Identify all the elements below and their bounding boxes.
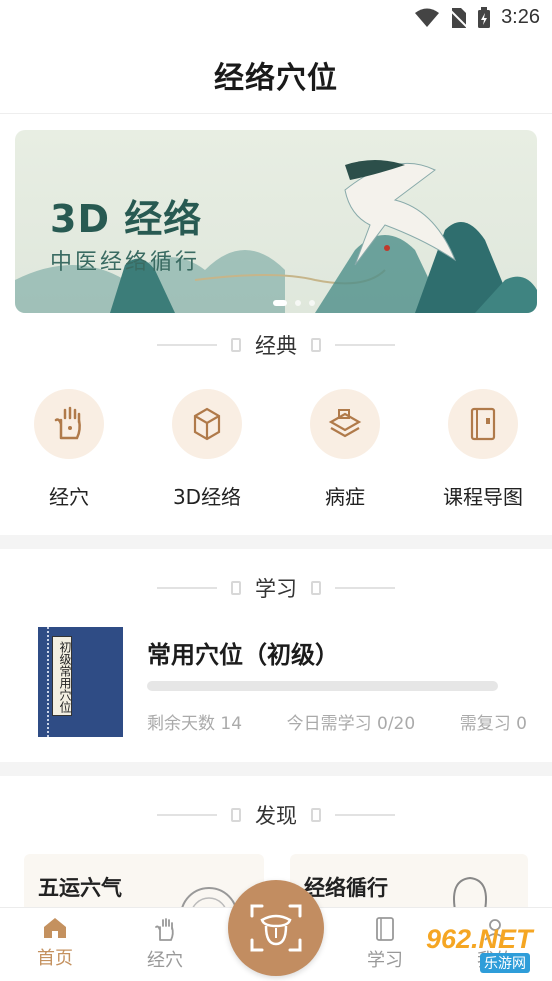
- review-count: 需复习 0: [459, 714, 527, 734]
- divider: [335, 344, 395, 346]
- wifi-icon: [415, 8, 440, 27]
- course-cover-text: 初级常用穴位: [52, 636, 72, 716]
- ornament-icon: [231, 808, 241, 822]
- divider: [335, 587, 395, 589]
- tongue-scan-icon: [250, 904, 302, 952]
- divider: [335, 814, 395, 816]
- compass-icon: [181, 887, 237, 907]
- banner-subtitle: 中医经络循行: [50, 250, 201, 275]
- status-bar: 3:26: [0, 0, 552, 36]
- page-title: 经络穴位: [214, 60, 338, 96]
- section-title: 发现: [255, 804, 297, 828]
- notebook-icon: [448, 389, 518, 459]
- today-study: 今日需学习 0/20: [286, 714, 416, 734]
- tab-study[interactable]: 学习: [345, 916, 425, 972]
- cube-icon: [172, 389, 242, 459]
- pagination-dot-active[interactable]: [273, 300, 287, 306]
- grid-label: 3D经络: [172, 485, 242, 509]
- book-spine: [47, 627, 49, 737]
- card-title: 五运六气: [38, 876, 122, 900]
- home-icon: [44, 918, 66, 938]
- course-progress-bar: [147, 681, 498, 691]
- banner-pagination[interactable]: [273, 300, 315, 306]
- status-time: 3:26: [501, 6, 540, 28]
- discover-header: 发现: [0, 800, 552, 830]
- course-cover[interactable]: 初级常用穴位: [38, 627, 123, 737]
- classic-header: 经典: [0, 330, 552, 360]
- pagination-dot[interactable]: [295, 300, 301, 306]
- divider: [157, 587, 217, 589]
- course-title[interactable]: 常用穴位（初级）: [147, 635, 339, 670]
- book-icon: [376, 917, 394, 941]
- tab-label: 学习: [367, 950, 403, 971]
- grid-item-acupoints[interactable]: 经穴: [0, 389, 138, 510]
- pagination-dot[interactable]: [309, 300, 315, 306]
- card-title: 经络循行: [304, 876, 388, 900]
- study-section: 学习 初级常用穴位 常用穴位（初级） 剩余天数 14 今日需学习 0/20 需复…: [0, 549, 552, 762]
- banner[interactable]: 3D 经络 中医经络循行: [15, 130, 537, 313]
- divider: [157, 344, 217, 346]
- tab-acupoints[interactable]: 经穴: [125, 916, 205, 972]
- watermark-text: 962.NET: [426, 924, 533, 954]
- grid-item-diseases[interactable]: 病症: [276, 389, 414, 510]
- grid-item-3d-meridians[interactable]: 3D经络: [138, 389, 276, 510]
- battery-charging-icon: [478, 6, 491, 28]
- grid-label: 课程导图: [443, 485, 523, 509]
- tab-label: 经穴: [147, 950, 183, 971]
- tongue-scan-button[interactable]: [228, 880, 324, 976]
- tab-label: 首页: [37, 948, 73, 969]
- grid-label: 经穴: [49, 485, 89, 509]
- head-icon: [453, 876, 487, 907]
- section-title: 学习: [255, 577, 297, 601]
- divider: [157, 814, 217, 816]
- app-bar: 经络穴位: [0, 36, 552, 114]
- watermark-subtext: 乐游网: [480, 953, 530, 973]
- grid-item-course-map[interactable]: 课程导图: [414, 389, 552, 510]
- study-header: 学习: [0, 573, 552, 603]
- discover-card-meridian[interactable]: 经络循行: [290, 854, 528, 907]
- no-sim-icon: [449, 7, 468, 28]
- palm-icon: [155, 918, 174, 941]
- ornament-icon: [311, 808, 321, 822]
- ornament-icon: [231, 338, 241, 352]
- ornament-icon: [311, 338, 321, 352]
- ornament-icon: [231, 581, 241, 595]
- course-stats: 剩余天数 14 今日需学习 0/20 需复习 0: [147, 709, 527, 734]
- remaining-days: 剩余天数 14: [147, 714, 243, 734]
- tab-home[interactable]: 首页: [15, 916, 95, 970]
- classic-grid: 经穴 3D经络 病症 课程导图: [0, 389, 552, 510]
- ornament-icon: [311, 581, 321, 595]
- section-title: 经典: [255, 334, 297, 358]
- palm-icon: [34, 389, 104, 459]
- classic-section: 3D 经络 中医经络循行 经典 经穴 3D经络 病症 课程导图: [0, 114, 552, 535]
- grid-label: 病症: [325, 485, 365, 509]
- banner-title: 3D 经络: [50, 197, 203, 241]
- discover-card-wuyun[interactable]: 五运六气: [24, 854, 264, 907]
- watermark-logo: 962.NET 乐游网: [418, 922, 548, 973]
- layers-icon: [310, 389, 380, 459]
